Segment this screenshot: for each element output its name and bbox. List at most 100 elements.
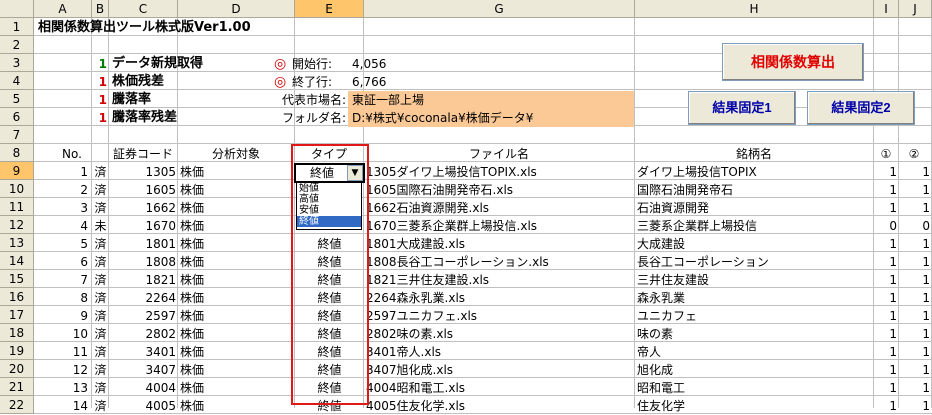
cell-c1[interactable]: 1 (874, 253, 899, 271)
cell-file[interactable]: 1808長谷工コーポレーション.xls (364, 253, 635, 271)
cell-target[interactable]: 株価 (178, 217, 295, 235)
option-flag[interactable]: 1 (92, 91, 109, 109)
cell-c1[interactable]: 0 (874, 217, 899, 235)
cell-c2[interactable]: 1 (899, 307, 932, 325)
cell-no[interactable]: 5 (34, 235, 90, 253)
cell-type[interactable]: 終値 (295, 253, 364, 271)
cell-c2[interactable]: 1 (899, 361, 932, 379)
cell-c2[interactable]: 1 (899, 325, 932, 343)
cell-st[interactable]: 未 (92, 217, 109, 235)
cell-target[interactable]: 株価 (178, 343, 295, 361)
cell-no[interactable]: 4 (34, 217, 90, 235)
row-header-4[interactable]: 4 (0, 72, 34, 90)
cell-no[interactable]: 2 (34, 181, 90, 199)
cell-st[interactable]: 済 (92, 235, 109, 253)
cell-code[interactable]: 1821 (109, 271, 178, 289)
cell-c2[interactable]: 1 (899, 379, 932, 397)
cell-target[interactable]: 株価 (178, 307, 295, 325)
row-header-6[interactable]: 6 (0, 108, 34, 126)
column-header-g[interactable]: G (364, 0, 635, 18)
option-flag[interactable]: 1 (92, 55, 109, 73)
column-header-h[interactable]: H (635, 0, 874, 18)
row-header-1[interactable]: 1 (0, 18, 34, 36)
cell-st[interactable]: 済 (92, 163, 109, 181)
cell-st[interactable]: 済 (92, 325, 109, 343)
cell-c1[interactable]: 1 (874, 235, 899, 253)
row-header-10[interactable]: 10 (0, 180, 34, 198)
cell-name[interactable]: ダイワ上場投信TOPIX (635, 163, 874, 181)
row-header-18[interactable]: 18 (0, 324, 34, 342)
cell-name[interactable]: 三井住友建設 (635, 271, 874, 289)
cell-name[interactable]: 帝人 (635, 343, 874, 361)
market-value[interactable]: 東証一部上場 (350, 91, 550, 109)
dropdown-arrow-button[interactable]: ▼ (347, 165, 363, 181)
start-row-value[interactable]: 4,056 (350, 55, 430, 73)
cell-target[interactable]: 株価 (178, 271, 295, 289)
cell-file[interactable]: 2597ユニカフェ.xls (364, 307, 635, 325)
row-header-9[interactable]: 9 (0, 162, 34, 180)
column-header-d[interactable]: D (178, 0, 295, 18)
dropdown-option[interactable]: 始値 (297, 183, 361, 194)
cell-st[interactable]: 済 (92, 289, 109, 307)
row-header-22[interactable]: 22 (0, 396, 34, 414)
cell-type[interactable]: 終値 (295, 235, 364, 253)
row-header-14[interactable]: 14 (0, 252, 34, 270)
row-header-12[interactable]: 12 (0, 216, 34, 234)
row-header-19[interactable]: 19 (0, 342, 34, 360)
cell-target[interactable]: 株価 (178, 199, 295, 217)
cell-code[interactable]: 1670 (109, 217, 178, 235)
cell-file[interactable]: 1605国際石油開発帝石.xls (364, 181, 635, 199)
type-dropdown-list[interactable]: 始値 高値 安値 終値 (296, 182, 362, 230)
cell-name[interactable]: 長谷工コーポレーション (635, 253, 874, 271)
cell-c2[interactable]: 1 (899, 199, 932, 217)
cell-c2[interactable]: 1 (899, 343, 932, 361)
cell-code[interactable]: 2802 (109, 325, 178, 343)
cell-target[interactable]: 株価 (178, 163, 295, 181)
cell-c2[interactable]: 1 (899, 235, 932, 253)
fix-result-1-button[interactable]: 結果固定1 (688, 91, 796, 125)
cell-c1[interactable]: 1 (874, 181, 899, 199)
cell-file[interactable]: 4005住友化学.xls (364, 397, 635, 415)
row-header-15[interactable]: 15 (0, 270, 34, 288)
row-header-20[interactable]: 20 (0, 360, 34, 378)
cell-target[interactable]: 株価 (178, 235, 295, 253)
cell-code[interactable]: 3407 (109, 361, 178, 379)
cell-c1[interactable]: 1 (874, 289, 899, 307)
cell-type[interactable]: 終値 (295, 307, 364, 325)
cell-name[interactable]: 旭化成 (635, 361, 874, 379)
dropdown-option[interactable]: 終値 (297, 216, 361, 227)
cell-no[interactable]: 3 (34, 199, 90, 217)
cell-target[interactable]: 株価 (178, 289, 295, 307)
cell-st[interactable]: 済 (92, 307, 109, 325)
cell-target[interactable]: 株価 (178, 325, 295, 343)
row-header-16[interactable]: 16 (0, 288, 34, 306)
cell-file[interactable]: 4004昭和電工.xls (364, 379, 635, 397)
row-header-5[interactable]: 5 (0, 90, 34, 108)
cell-c2[interactable]: 1 (899, 253, 932, 271)
cell-name[interactable]: 国際石油開発帝石 (635, 181, 874, 199)
dropdown-option[interactable]: 高値 (297, 194, 361, 205)
cell-code[interactable]: 1662 (109, 199, 178, 217)
cell-name[interactable]: 大成建設 (635, 235, 874, 253)
cell-st[interactable]: 済 (92, 271, 109, 289)
column-header-a[interactable]: A (34, 0, 92, 18)
cell-no[interactable]: 13 (34, 379, 90, 397)
cell-target[interactable]: 株価 (178, 379, 295, 397)
row-header-21[interactable]: 21 (0, 378, 34, 396)
cell-type[interactable]: 終値 (295, 271, 364, 289)
row-header-3[interactable]: 3 (0, 54, 34, 72)
cell-st[interactable]: 済 (92, 199, 109, 217)
cell-no[interactable]: 14 (34, 397, 90, 415)
cell-st[interactable]: 済 (92, 253, 109, 271)
cell-file[interactable]: 1801大成建設.xls (364, 235, 635, 253)
cell-st[interactable]: 済 (92, 343, 109, 361)
cell-c1[interactable]: 1 (874, 361, 899, 379)
cell-name[interactable]: 住友化学 (635, 397, 874, 415)
cell-no[interactable]: 10 (34, 325, 90, 343)
column-header-c[interactable]: C (109, 0, 178, 18)
cell-name[interactable]: 森永乳業 (635, 289, 874, 307)
row-header-13[interactable]: 13 (0, 234, 34, 252)
cell-code[interactable]: 4005 (109, 397, 178, 415)
cell-no[interactable]: 8 (34, 289, 90, 307)
cell-c1[interactable]: 1 (874, 343, 899, 361)
